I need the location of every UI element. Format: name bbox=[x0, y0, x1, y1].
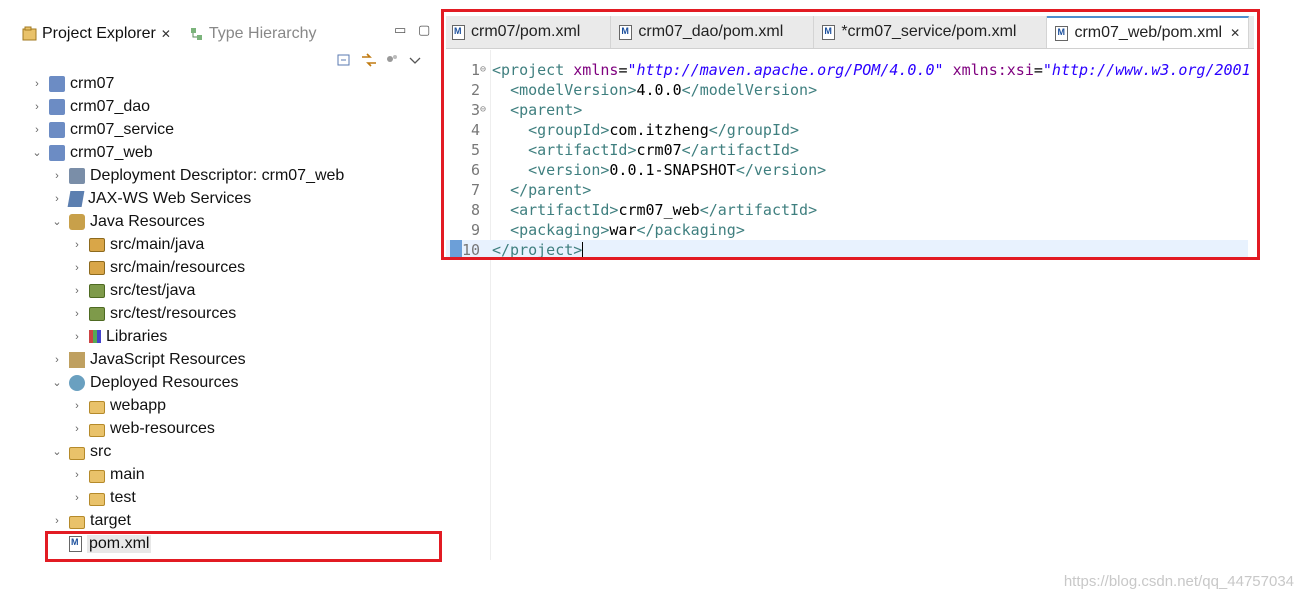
tree-item[interactable]: › webapp bbox=[70, 394, 166, 417]
tree-item[interactable]: › main bbox=[70, 463, 145, 486]
tree-item-label: crm07 bbox=[70, 74, 115, 92]
tree-item[interactable]: › JAX-WS Web Services bbox=[50, 187, 251, 210]
tab-project-explorer[interactable]: Project Explorer ✕ bbox=[22, 25, 171, 43]
tree-item[interactable]: › Libraries bbox=[70, 325, 167, 348]
tree-item-label: src/main/java bbox=[110, 235, 205, 253]
tree-item-label: target bbox=[90, 511, 131, 529]
link-with-editor-icon[interactable] bbox=[360, 52, 378, 68]
folder-icon bbox=[69, 446, 85, 460]
collapsed-chevron-icon[interactable]: › bbox=[50, 193, 64, 205]
tree-item-label: src/main/resources bbox=[110, 258, 246, 276]
tree-item-label: Java Resources bbox=[90, 212, 205, 230]
tree-item[interactable]: › src/main/resources bbox=[70, 256, 245, 279]
libraries-icon bbox=[89, 330, 101, 343]
maven-project-icon bbox=[49, 75, 65, 92]
view-tabs: Project Explorer ✕ Type Hierarchy bbox=[22, 20, 334, 48]
maven-project-icon bbox=[49, 98, 65, 115]
folder-icon bbox=[89, 492, 105, 506]
tree-item[interactable]: ⌄ Java Resources bbox=[50, 210, 205, 233]
tree-item[interactable]: ⌄ Deployed Resources bbox=[50, 371, 239, 394]
tree-item[interactable]: › src/main/java bbox=[70, 233, 204, 256]
tree-item-label: web-resources bbox=[110, 419, 215, 437]
collapsed-chevron-icon[interactable]: › bbox=[30, 78, 44, 90]
collapsed-chevron-icon[interactable]: › bbox=[50, 170, 64, 182]
project-explorer-icon bbox=[22, 26, 38, 42]
tree-item-label: Deployment Descriptor: crm07_web bbox=[90, 166, 345, 184]
watermark: https://blog.csdn.net/qq_44757034 bbox=[1063, 573, 1294, 590]
expanded-chevron-icon[interactable]: ⌄ bbox=[30, 146, 44, 159]
maven-project-icon bbox=[49, 121, 65, 138]
folder-icon bbox=[69, 515, 85, 529]
javascript-resources-icon bbox=[69, 351, 85, 368]
minimize-icon[interactable]: ▭ bbox=[394, 22, 406, 38]
filter-icon[interactable] bbox=[384, 52, 402, 68]
tree-item[interactable]: ⌄ src bbox=[50, 440, 111, 463]
tree-item-label: JAX-WS Web Services bbox=[88, 189, 252, 207]
expanded-chevron-icon[interactable]: ⌄ bbox=[50, 445, 64, 458]
editor-highlight-box bbox=[441, 9, 1260, 260]
tree-item[interactable]: › test bbox=[70, 486, 136, 509]
tree-item[interactable]: › JavaScript Resources bbox=[50, 348, 246, 371]
expanded-chevron-icon[interactable]: ⌄ bbox=[50, 376, 64, 389]
view-toolbar bbox=[330, 52, 426, 68]
collapsed-chevron-icon[interactable]: › bbox=[70, 423, 84, 435]
close-icon[interactable]: ✕ bbox=[161, 27, 171, 41]
tree-item[interactable]: › web-resources bbox=[70, 417, 215, 440]
source-folder-icon bbox=[89, 237, 105, 252]
test-source-folder-icon bbox=[89, 306, 105, 321]
tree-item-label: crm07_dao bbox=[70, 97, 151, 115]
tree-item-label: crm07_service bbox=[70, 120, 175, 138]
maven-web-project-icon bbox=[49, 144, 65, 161]
collapsed-chevron-icon[interactable]: › bbox=[70, 308, 84, 320]
collapsed-chevron-icon[interactable]: › bbox=[70, 469, 84, 481]
tree-item-label: Deployed Resources bbox=[90, 373, 239, 391]
project-explorer-panel: Project Explorer ✕ Type Hierarchy ▭ ▢ › c… bbox=[0, 0, 444, 560]
tree-item[interactable]: ⌄ crm07_web bbox=[30, 141, 153, 164]
tree-item-label: src/test/resources bbox=[110, 304, 237, 322]
tree-item-label: src/test/java bbox=[110, 281, 196, 299]
collapsed-chevron-icon[interactable]: › bbox=[30, 124, 44, 136]
pom-file-highlight-box bbox=[45, 531, 442, 562]
tree-item-label: webapp bbox=[110, 396, 167, 414]
tree-item-label: crm07_web bbox=[70, 143, 153, 161]
tab-label: Project Explorer bbox=[42, 25, 156, 42]
tree-item-label: main bbox=[110, 465, 145, 483]
collapsed-chevron-icon[interactable]: › bbox=[50, 515, 64, 527]
source-folder-icon bbox=[89, 260, 105, 275]
collapsed-chevron-icon[interactable]: › bbox=[70, 262, 84, 274]
collapsed-chevron-icon[interactable]: › bbox=[70, 400, 84, 412]
tree-item[interactable]: › crm07 bbox=[30, 72, 114, 95]
collapsed-chevron-icon[interactable]: › bbox=[30, 101, 44, 113]
collapsed-chevron-icon[interactable]: › bbox=[70, 331, 84, 343]
collapsed-chevron-icon[interactable]: › bbox=[70, 285, 84, 297]
web-services-icon bbox=[67, 190, 85, 207]
folder-icon bbox=[89, 423, 105, 437]
tree-item[interactable]: › src/test/resources bbox=[70, 302, 236, 325]
collapsed-chevron-icon[interactable]: › bbox=[50, 354, 64, 366]
type-hierarchy-icon bbox=[189, 26, 205, 42]
collapsed-chevron-icon[interactable]: › bbox=[70, 239, 84, 251]
deployment-descriptor-icon bbox=[69, 167, 85, 184]
tree-item[interactable]: › src/test/java bbox=[70, 279, 195, 302]
folder-icon bbox=[89, 400, 105, 414]
tab-label: Type Hierarchy bbox=[208, 25, 317, 42]
maximize-icon[interactable]: ▢ bbox=[418, 22, 430, 38]
expanded-chevron-icon[interactable]: ⌄ bbox=[50, 215, 64, 228]
tree-item[interactable]: › crm07_dao bbox=[30, 95, 150, 118]
folder-icon bbox=[89, 469, 105, 483]
tree-item[interactable]: › Deployment Descriptor: crm07_web bbox=[50, 164, 344, 187]
java-resources-icon bbox=[69, 213, 85, 230]
view-menu-icon[interactable] bbox=[408, 52, 426, 68]
tree-item[interactable]: › crm07_service bbox=[30, 118, 174, 141]
tree-item-label: Libraries bbox=[106, 327, 168, 345]
collapse-all-icon[interactable] bbox=[336, 52, 354, 68]
tree-item-label: test bbox=[110, 488, 136, 506]
tab-type-hierarchy[interactable]: Type Hierarchy bbox=[189, 25, 317, 43]
tree-item-label: src bbox=[90, 442, 112, 460]
tree-item[interactable]: › target bbox=[50, 509, 131, 532]
collapsed-chevron-icon[interactable]: › bbox=[70, 492, 84, 504]
test-source-folder-icon bbox=[89, 283, 105, 298]
deployed-resources-icon bbox=[69, 374, 85, 391]
tree-item-label: JavaScript Resources bbox=[90, 350, 246, 368]
